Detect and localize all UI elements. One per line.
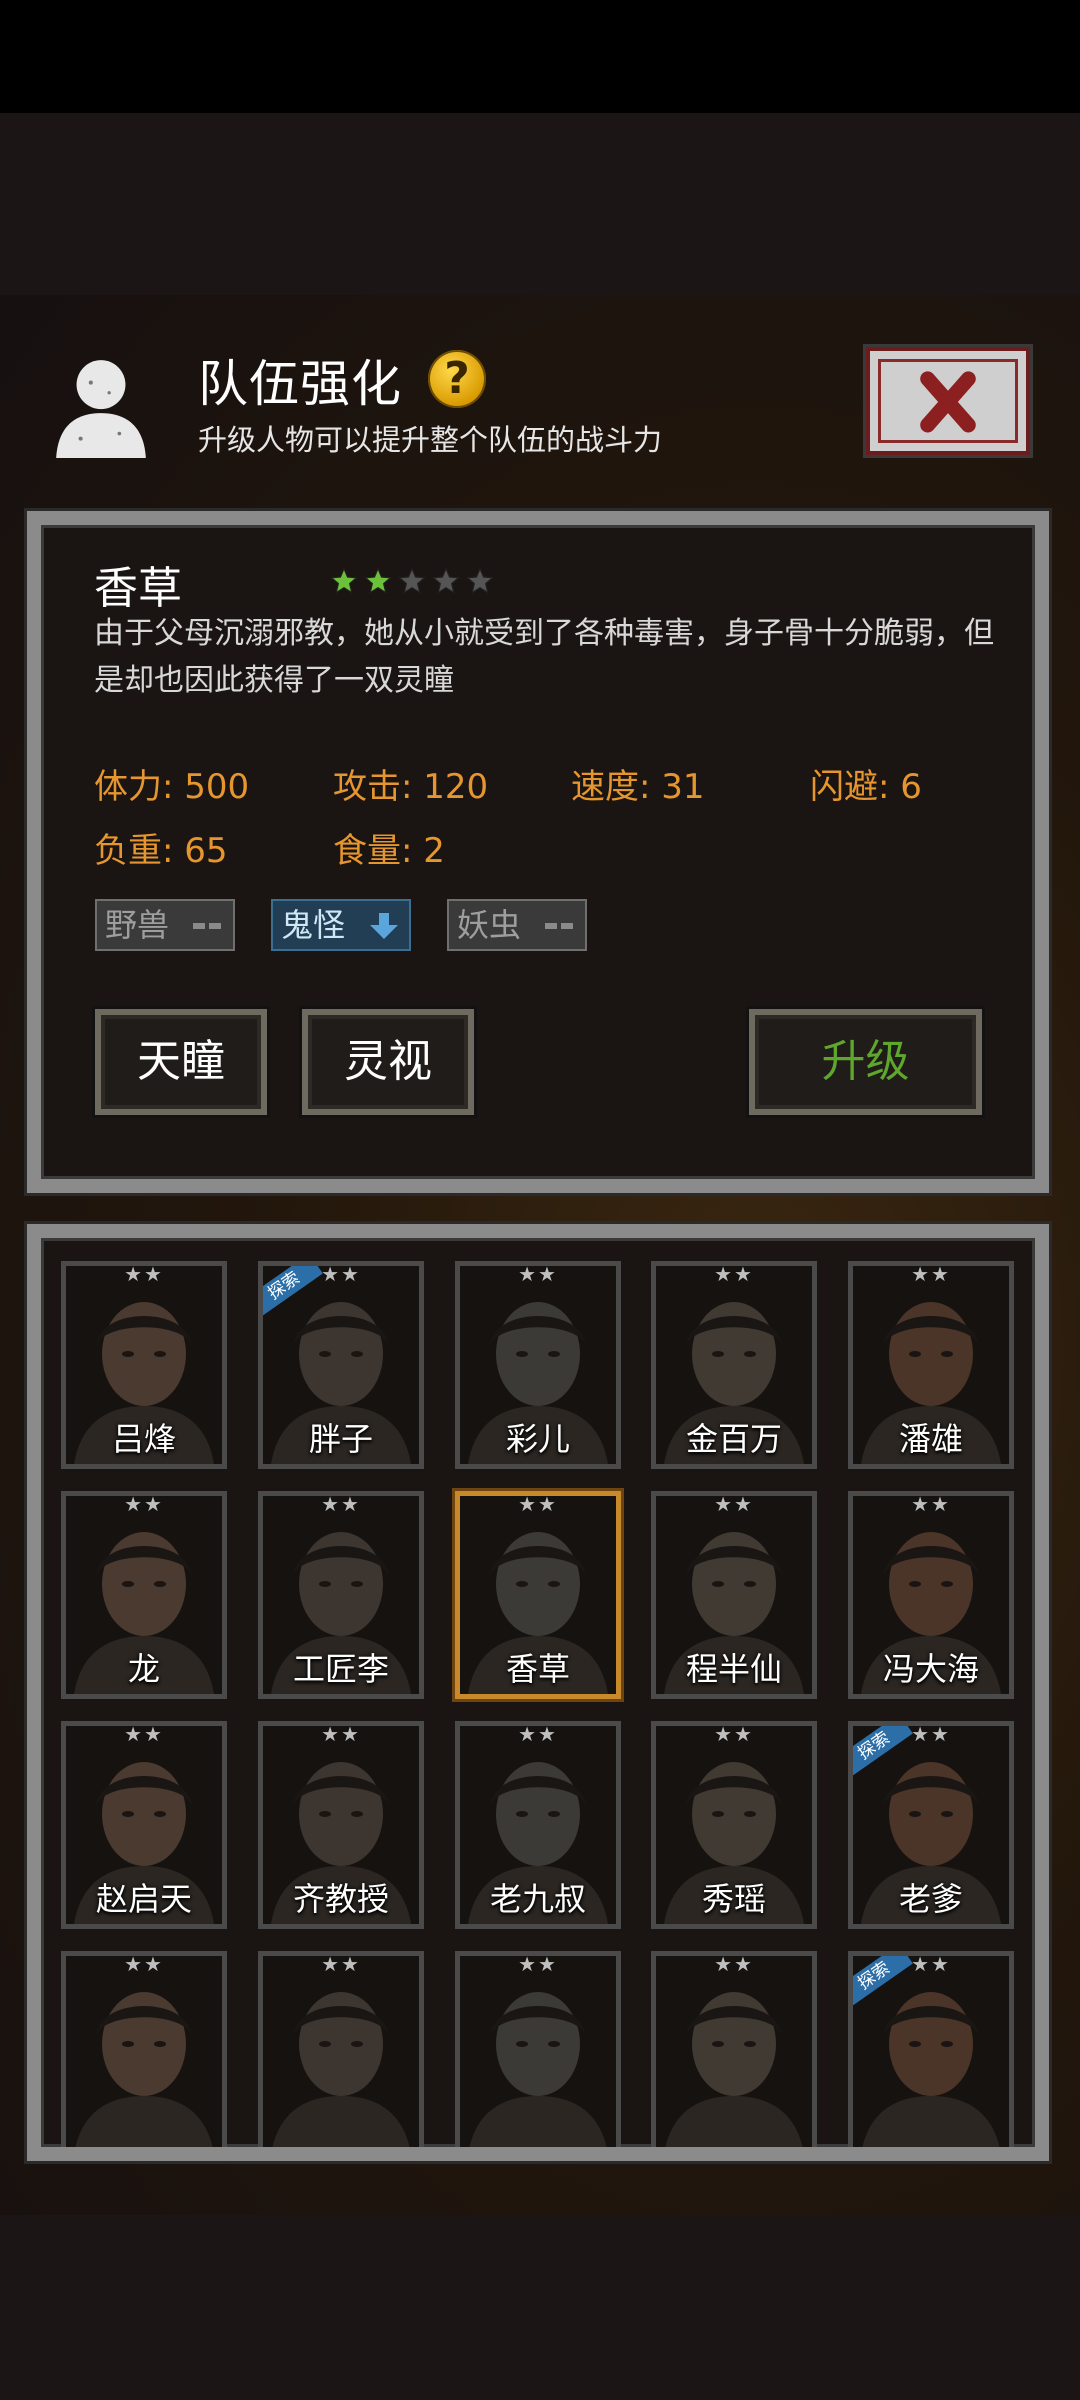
stat-attack: 攻击: 120 xyxy=(333,767,489,807)
character-card[interactable]: ★★ 龙 xyxy=(61,1491,227,1699)
character-card[interactable]: ★★ 齐教授 xyxy=(258,1721,424,1929)
character-roster-grid: ★★ 吕烽 ★★ 胖子 探索 ★★ 彩儿 ★★ 金百万 ★★ 潘雄 ★★ 龙 ★★ 工匠李 ★★ 香草 ★★ 程半仙… xyxy=(27,1224,1049,2161)
card-star-rating: ★★ xyxy=(518,1722,558,1746)
top-band xyxy=(0,113,1080,295)
help-icon[interactable]: ? xyxy=(428,350,486,408)
affinity-label: 野兽 xyxy=(105,906,170,944)
character-name-label: 吕烽 xyxy=(111,1420,176,1458)
silhouette-avatar-icon xyxy=(56,360,146,458)
character-name-label: 冯大海 xyxy=(882,1650,979,1688)
character-card[interactable]: ★★ xyxy=(651,1951,817,2147)
character-portrait xyxy=(263,1956,419,2147)
character-card[interactable]: ★★ 秀瑶 xyxy=(651,1721,817,1929)
character-card[interactable]: ★★ 老爹 探索 xyxy=(848,1721,1014,1929)
status-bar xyxy=(0,0,1080,113)
character-name: 香草 xyxy=(94,563,182,614)
skill-button-lingshi[interactable]: 灵视 xyxy=(302,1009,474,1115)
star-empty-icon xyxy=(432,567,460,594)
character-description: 由于父母沉溺邪教，她从小就受到了各种毒害，身子骨十分脆弱，但是却也因此获得了一双… xyxy=(94,616,994,698)
card-star-rating: ★★ xyxy=(714,1952,754,1976)
character-card[interactable]: ★★ 探索 xyxy=(848,1951,1014,2147)
affinity-label: 鬼怪 xyxy=(281,906,346,944)
character-name-label: 程半仙 xyxy=(685,1650,782,1688)
stat-food: 食量: 2 xyxy=(333,831,445,871)
star-filled-icon xyxy=(364,567,392,594)
stat-load: 负重: 65 xyxy=(94,831,228,871)
neutral-icon xyxy=(545,923,573,929)
star-empty-icon xyxy=(398,567,426,594)
character-card[interactable]: ★★ xyxy=(61,1951,227,2147)
character-card[interactable]: ★★ xyxy=(455,1951,621,2147)
character-name-label: 老爹 xyxy=(898,1880,963,1918)
character-name-label: 老九叔 xyxy=(489,1880,586,1918)
affinity-label: 妖虫 xyxy=(457,906,522,944)
character-portrait xyxy=(656,1956,812,2147)
character-portrait xyxy=(66,1956,222,2147)
character-card[interactable]: ★★ 赵启天 xyxy=(61,1721,227,1929)
card-star-rating: ★★ xyxy=(714,1722,754,1746)
upgrade-button[interactable]: 升级 xyxy=(749,1009,982,1115)
stat-speed: 速度: 31 xyxy=(571,767,705,807)
card-star-rating: ★★ xyxy=(321,1722,361,1746)
character-name-label: 齐教授 xyxy=(292,1880,389,1918)
character-card[interactable]: ★★ 老九叔 xyxy=(455,1721,621,1929)
page-title: 队伍强化 xyxy=(198,355,402,413)
character-name-label: 潘雄 xyxy=(898,1420,963,1458)
character-card[interactable]: ★★ 彩儿 xyxy=(455,1261,621,1469)
character-name-label: 香草 xyxy=(505,1650,570,1688)
character-card[interactable]: ★★ 冯大海 xyxy=(848,1491,1014,1699)
star-filled-icon xyxy=(330,567,358,594)
card-star-rating: ★★ xyxy=(911,1262,951,1286)
card-star-rating: ★★ xyxy=(124,1952,164,1976)
card-star-rating: ★★ xyxy=(518,1492,558,1516)
character-card[interactable]: ★★ 吕烽 xyxy=(61,1261,227,1469)
character-star-rating xyxy=(330,567,494,595)
affinity-insect: 妖虫 xyxy=(447,899,587,951)
character-card[interactable]: ★★ 工匠李 xyxy=(258,1491,424,1699)
card-star-rating: ★★ xyxy=(124,1262,164,1286)
character-card[interactable]: ★★ 胖子 探索 xyxy=(258,1261,424,1469)
character-portrait xyxy=(460,1956,616,2147)
card-star-rating: ★★ xyxy=(518,1262,558,1286)
stat-hp: 体力: 500 xyxy=(94,767,250,807)
card-star-rating: ★★ xyxy=(518,1952,558,1976)
card-star-rating: ★★ xyxy=(911,1492,951,1516)
card-star-rating: ★★ xyxy=(321,1492,361,1516)
skill-button-tiantong[interactable]: 天瞳 xyxy=(95,1009,267,1115)
card-star-rating: ★★ xyxy=(714,1262,754,1286)
close-icon xyxy=(920,371,976,433)
character-card[interactable]: ★★ 程半仙 xyxy=(651,1491,817,1699)
character-card[interactable]: ★★ 香草 xyxy=(455,1491,621,1699)
card-star-rating: ★★ xyxy=(714,1492,754,1516)
star-empty-icon xyxy=(466,567,494,594)
character-card[interactable]: ★★ 金百万 xyxy=(651,1261,817,1469)
bottom-band xyxy=(0,2215,1080,2400)
character-name-label: 金百万 xyxy=(685,1420,782,1458)
card-star-rating: ★★ xyxy=(124,1722,164,1746)
character-card[interactable]: ★★ xyxy=(258,1951,424,2147)
affinity-ghost: 鬼怪 xyxy=(271,899,411,951)
close-button[interactable] xyxy=(866,347,1030,455)
page-subtitle: 升级人物可以提升整个队伍的战斗力 xyxy=(198,423,663,457)
character-name-label: 彩儿 xyxy=(505,1420,570,1458)
character-name-label: 胖子 xyxy=(308,1420,373,1458)
card-star-rating: ★★ xyxy=(124,1492,164,1516)
character-name-label: 赵启天 xyxy=(95,1880,192,1918)
stat-dodge: 闪避: 6 xyxy=(810,767,922,807)
character-name-label: 秀瑶 xyxy=(701,1880,766,1918)
neutral-icon xyxy=(193,923,221,929)
card-star-rating: ★★ xyxy=(321,1952,361,1976)
character-name-label: 龙 xyxy=(127,1650,160,1688)
affinity-beast: 野兽 xyxy=(95,899,235,951)
arrow-down-icon xyxy=(370,913,398,939)
character-card[interactable]: ★★ 潘雄 xyxy=(848,1261,1014,1469)
character-name-label: 工匠李 xyxy=(292,1650,389,1688)
